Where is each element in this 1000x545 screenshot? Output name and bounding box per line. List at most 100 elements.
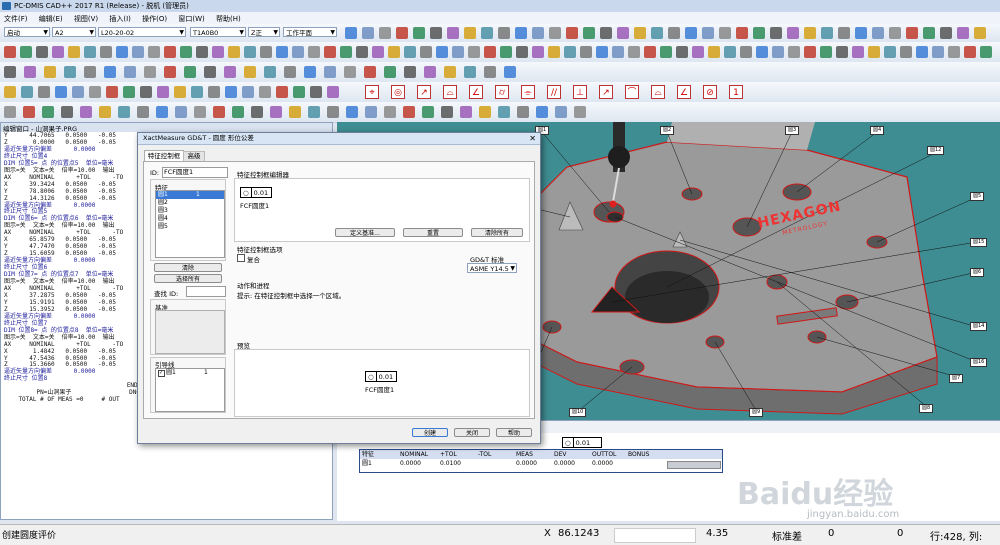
tool-button-icon[interactable] [310, 86, 322, 98]
tool-button-icon[interactable] [724, 46, 736, 58]
tool-button-icon[interactable] [413, 27, 425, 39]
tool-button-icon[interactable] [388, 46, 400, 58]
tool-button-icon[interactable] [4, 46, 16, 58]
tool-button-icon[interactable] [974, 27, 986, 39]
tool-button-icon[interactable] [61, 106, 73, 118]
tool-button-icon[interactable] [804, 27, 816, 39]
tool-button-icon[interactable] [441, 106, 453, 118]
tool-button-icon[interactable] [644, 46, 656, 58]
tool-button-icon[interactable] [80, 106, 92, 118]
tool-button-icon[interactable] [175, 106, 187, 118]
tool-button-icon[interactable] [284, 66, 296, 78]
tool-button-icon[interactable] [212, 46, 224, 58]
ime-toolbar[interactable] [614, 528, 696, 543]
clear-all-button[interactable]: 清除所有 [471, 228, 523, 237]
feature-label[interactable]: 圆12 [927, 146, 945, 155]
tool-button-icon[interactable] [164, 46, 176, 58]
tolerance-symbol-icon[interactable]: // [547, 85, 561, 99]
tool-button-icon[interactable] [379, 27, 391, 39]
tool-button-icon[interactable] [444, 66, 456, 78]
tool-button-icon[interactable] [948, 46, 960, 58]
tool-button-icon[interactable] [23, 106, 35, 118]
reset-button[interactable]: 重置 [403, 228, 463, 237]
close-button[interactable]: 关闭 [454, 428, 490, 437]
tool-button-icon[interactable] [365, 106, 377, 118]
tool-button-icon[interactable] [900, 46, 912, 58]
tool-button-icon[interactable] [251, 106, 263, 118]
tool-button-icon[interactable] [708, 46, 720, 58]
tolerance-symbol-icon[interactable]: ∠ [469, 85, 483, 99]
tool-button-icon[interactable] [174, 86, 186, 98]
tool-button-icon[interactable] [430, 27, 442, 39]
tool-button-icon[interactable] [838, 27, 850, 39]
tool-button-icon[interactable] [719, 27, 731, 39]
tool-button-icon[interactable] [516, 46, 528, 58]
tool-button-icon[interactable] [980, 46, 992, 58]
menu-insert[interactable]: 插入(I) [109, 14, 131, 24]
menu-edit[interactable]: 编辑(E) [39, 14, 63, 24]
tolerance-symbol-icon[interactable]: ∠ [677, 85, 691, 99]
tool-button-icon[interactable] [228, 46, 240, 58]
tool-button-icon[interactable] [364, 66, 376, 78]
menu-view[interactable]: 视图(V) [74, 14, 98, 24]
tool-button-icon[interactable] [436, 46, 448, 58]
tool-button-icon[interactable] [484, 66, 496, 78]
tool-button-icon[interactable] [564, 46, 576, 58]
tool-button-icon[interactable] [422, 106, 434, 118]
tool-button-icon[interactable] [68, 46, 80, 58]
tool-button-icon[interactable] [772, 46, 784, 58]
tool-button-icon[interactable] [55, 86, 67, 98]
tool-button-icon[interactable] [651, 27, 663, 39]
tool-button-icon[interactable] [404, 46, 416, 58]
tool-button-icon[interactable] [157, 86, 169, 98]
tool-button-icon[interactable] [4, 86, 16, 98]
feature-label[interactable]: 圆10 [569, 408, 587, 417]
tool-button-icon[interactable] [452, 46, 464, 58]
tool-button-icon[interactable] [548, 46, 560, 58]
feature-label[interactable]: 圆3 [785, 126, 800, 135]
tool-button-icon[interactable] [4, 66, 16, 78]
tool-button-icon[interactable] [788, 46, 800, 58]
leader-list[interactable]: ✓ 圆1 1 [155, 368, 225, 412]
tool-button-icon[interactable] [224, 66, 236, 78]
tool-button-icon[interactable] [498, 27, 510, 39]
tool-button-icon[interactable] [196, 46, 208, 58]
tool-button-icon[interactable] [42, 106, 54, 118]
tool-button-icon[interactable] [292, 46, 304, 58]
tool-button-icon[interactable] [213, 106, 225, 118]
tool-button-icon[interactable] [532, 46, 544, 58]
tool-button-icon[interactable] [889, 27, 901, 39]
tool-button-icon[interactable] [481, 27, 493, 39]
tool-button-icon[interactable] [580, 46, 592, 58]
tool-button-icon[interactable] [515, 27, 527, 39]
tool-button-icon[interactable] [498, 106, 510, 118]
tool-button-icon[interactable] [52, 46, 64, 58]
tool-button-icon[interactable] [324, 46, 336, 58]
tool-button-icon[interactable] [702, 27, 714, 39]
tool-button-icon[interactable] [140, 86, 152, 98]
tolerance-symbol-icon[interactable]: ⌓ [443, 85, 457, 99]
tool-button-icon[interactable] [753, 27, 765, 39]
tool-button-icon[interactable] [64, 66, 76, 78]
tool-button-icon[interactable] [346, 106, 358, 118]
tolerance-symbol-icon[interactable]: ⊥ [573, 85, 587, 99]
tool-button-icon[interactable] [555, 106, 567, 118]
feature-label[interactable]: 圆4 [870, 126, 885, 135]
tool-button-icon[interactable] [906, 27, 918, 39]
tool-button-icon[interactable] [628, 46, 640, 58]
menu-operation[interactable]: 操作(O) [142, 14, 167, 24]
close-icon[interactable]: ✕ [529, 133, 536, 144]
tool-button-icon[interactable] [660, 46, 672, 58]
tool-button-icon[interactable] [852, 46, 864, 58]
list-item[interactable]: 圆5 [156, 223, 224, 231]
tool-button-icon[interactable] [404, 66, 416, 78]
tool-button-icon[interactable] [270, 106, 282, 118]
tool-button-icon[interactable] [180, 46, 192, 58]
tool-button-icon[interactable] [634, 27, 646, 39]
menu-help[interactable]: 帮助(H) [216, 14, 241, 24]
tool-button-icon[interactable] [836, 46, 848, 58]
feature-label[interactable]: 圆5 [970, 192, 985, 201]
tool-button-icon[interactable] [164, 66, 176, 78]
tool-button-icon[interactable] [100, 46, 112, 58]
tool-button-icon[interactable] [264, 66, 276, 78]
